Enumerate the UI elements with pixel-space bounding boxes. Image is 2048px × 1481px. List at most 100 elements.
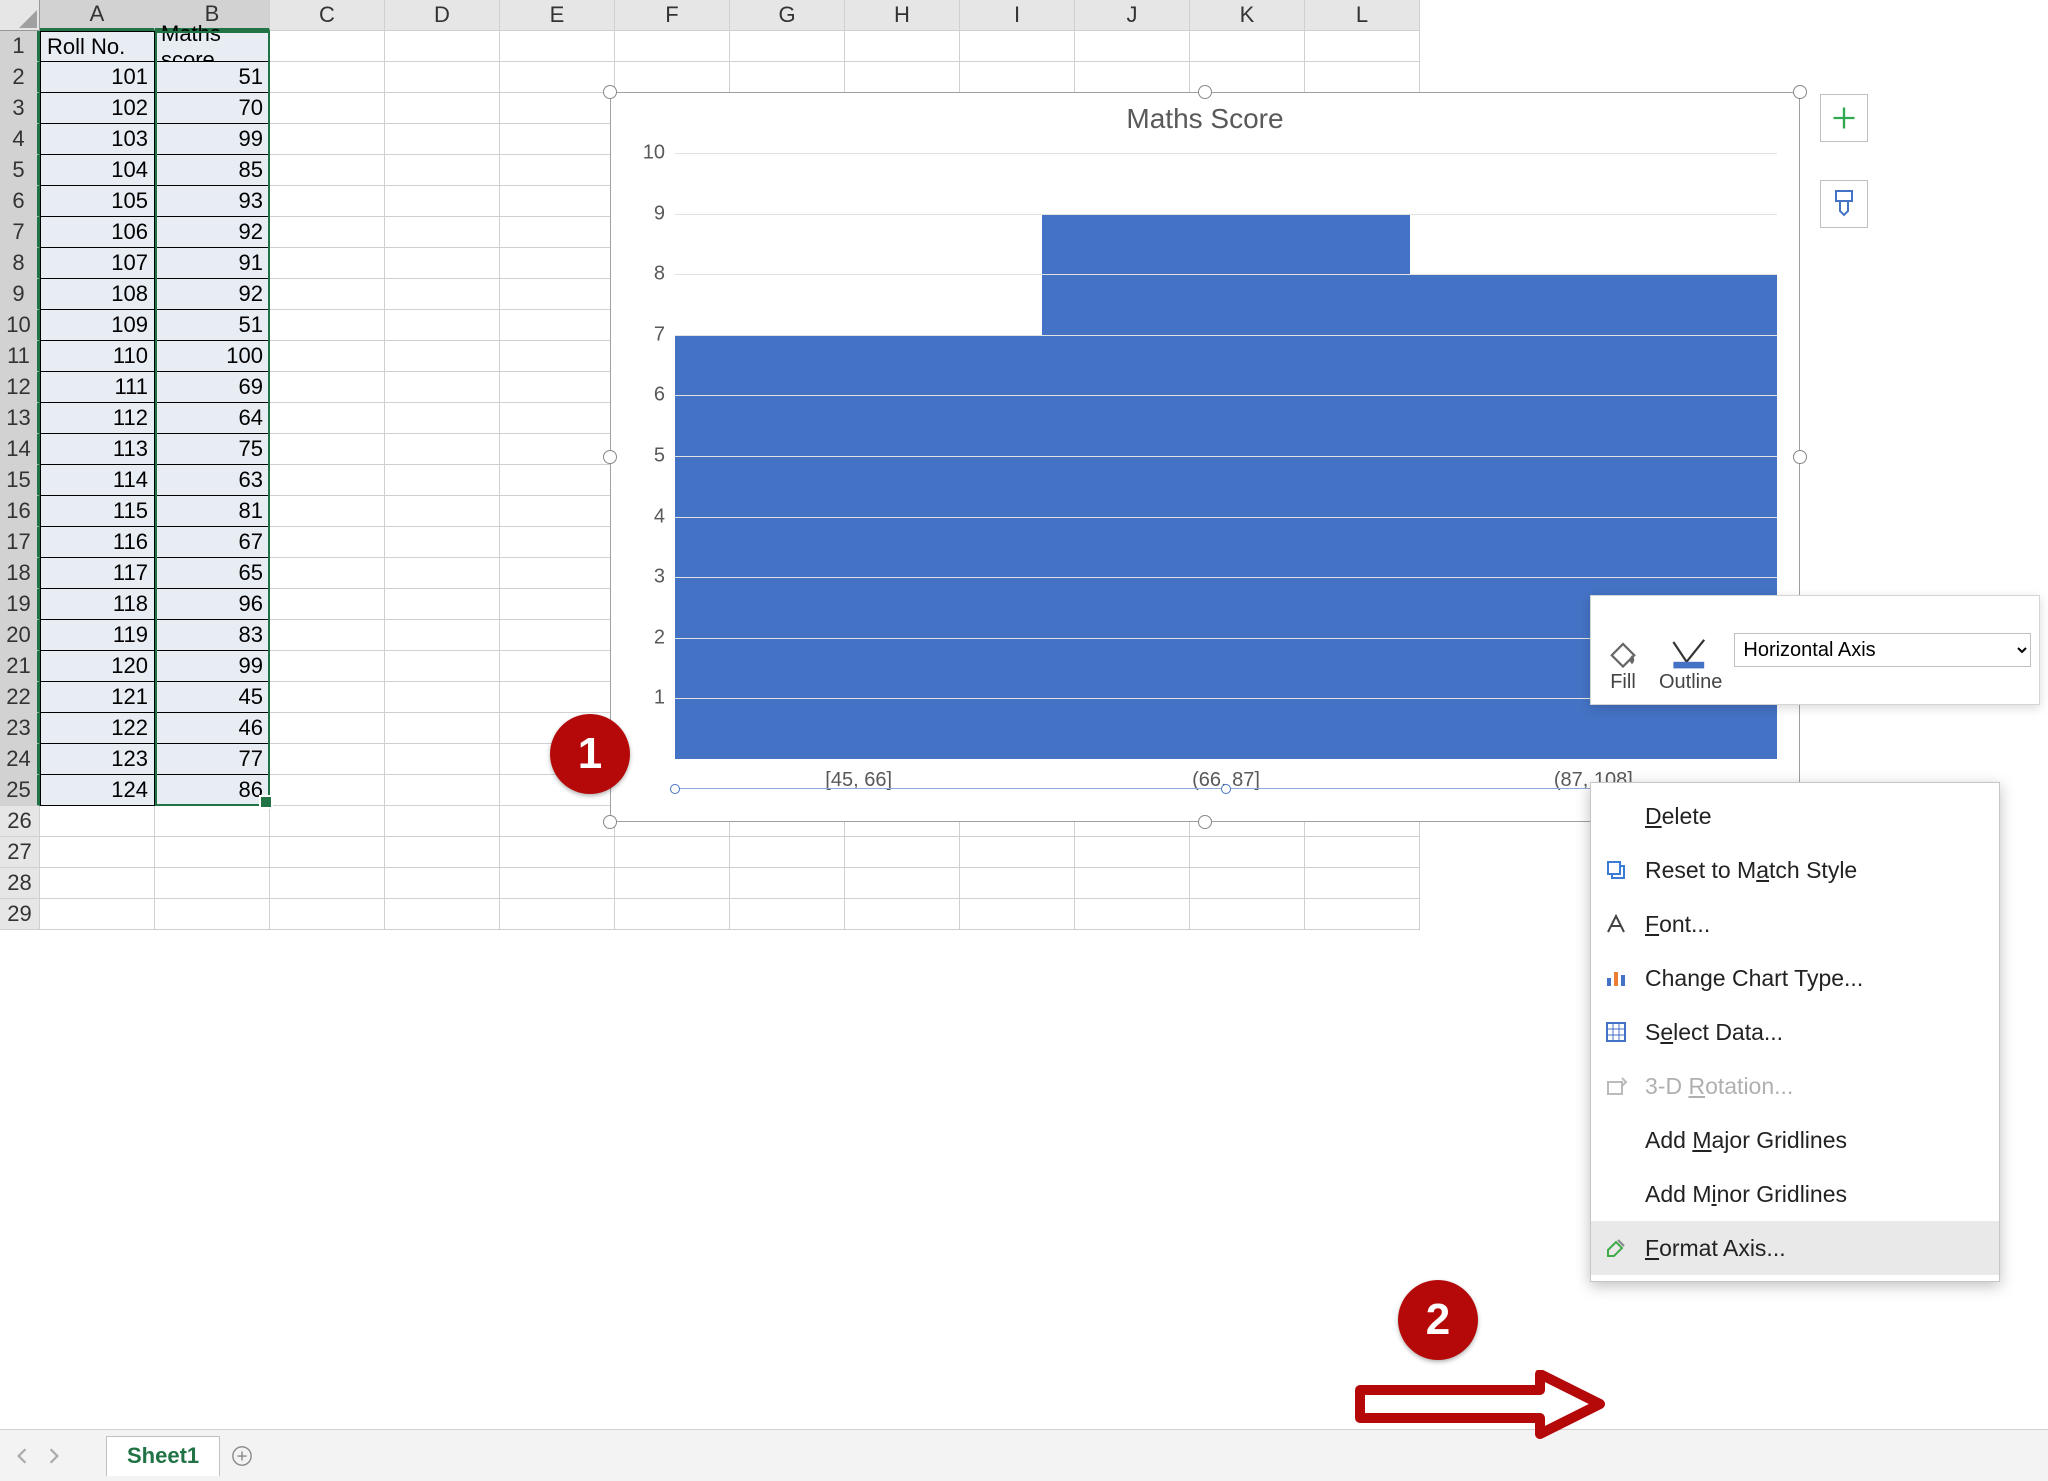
menu-item-font[interactable]: Font... xyxy=(1591,897,1999,951)
row-header[interactable]: 3 xyxy=(0,93,40,124)
cell[interactable] xyxy=(270,341,385,372)
row-header[interactable]: 6 xyxy=(0,186,40,217)
cell[interactable]: 63 xyxy=(155,465,270,496)
row-header[interactable]: 22 xyxy=(0,682,40,713)
cell[interactable] xyxy=(270,775,385,806)
cell[interactable]: 103 xyxy=(40,124,155,155)
cell[interactable] xyxy=(1190,837,1305,868)
cell[interactable] xyxy=(1075,62,1190,93)
cell[interactable] xyxy=(385,248,500,279)
cell[interactable] xyxy=(270,496,385,527)
column-header[interactable]: A xyxy=(40,0,155,31)
cell[interactable] xyxy=(1190,31,1305,62)
select-all-corner[interactable] xyxy=(0,0,40,31)
cell[interactable]: 117 xyxy=(40,558,155,589)
cell[interactable] xyxy=(270,372,385,403)
cell[interactable]: Maths score xyxy=(155,31,270,62)
cell[interactable] xyxy=(385,465,500,496)
row-header[interactable]: 15 xyxy=(0,465,40,496)
row-header[interactable]: 14 xyxy=(0,434,40,465)
sheet-tab[interactable]: Sheet1 xyxy=(106,1436,220,1476)
cell[interactable]: 119 xyxy=(40,620,155,651)
cell[interactable] xyxy=(270,868,385,899)
column-header[interactable]: J xyxy=(1075,0,1190,31)
cell[interactable] xyxy=(615,899,730,930)
cell[interactable] xyxy=(270,62,385,93)
menu-item-delete[interactable]: Delete xyxy=(1591,789,1999,843)
cell[interactable]: 96 xyxy=(155,589,270,620)
cell[interactable] xyxy=(500,527,615,558)
cell[interactable]: 122 xyxy=(40,713,155,744)
cell[interactable] xyxy=(385,837,500,868)
chart-styles-button[interactable] xyxy=(1820,180,1868,228)
cell[interactable] xyxy=(500,837,615,868)
cell[interactable] xyxy=(385,186,500,217)
cell[interactable] xyxy=(385,403,500,434)
cell[interactable] xyxy=(500,155,615,186)
cell[interactable] xyxy=(270,837,385,868)
cell[interactable] xyxy=(270,558,385,589)
cell[interactable] xyxy=(730,868,845,899)
cell[interactable]: 85 xyxy=(155,155,270,186)
cell[interactable] xyxy=(270,744,385,775)
cell[interactable] xyxy=(1305,837,1420,868)
cell[interactable] xyxy=(845,837,960,868)
cell[interactable] xyxy=(385,651,500,682)
menu-item-add-minor-gridlines[interactable]: Add Minor Gridlines xyxy=(1591,1167,1999,1221)
outline-button[interactable]: Outline xyxy=(1653,602,1728,698)
cell[interactable] xyxy=(500,589,615,620)
menu-item-select-data[interactable]: Select Data... xyxy=(1591,1005,1999,1059)
fill-button[interactable]: Fill xyxy=(1599,602,1647,698)
cell[interactable]: 109 xyxy=(40,310,155,341)
cell[interactable] xyxy=(270,155,385,186)
cell[interactable] xyxy=(500,496,615,527)
cell[interactable] xyxy=(500,651,615,682)
cell[interactable] xyxy=(615,31,730,62)
cell[interactable]: 86 xyxy=(155,775,270,806)
chart-x-tick[interactable]: (66, 87] xyxy=(1042,759,1409,792)
cell[interactable]: 115 xyxy=(40,496,155,527)
cell[interactable] xyxy=(500,372,615,403)
row-header[interactable]: 2 xyxy=(0,62,40,93)
cell[interactable]: 118 xyxy=(40,589,155,620)
column-header[interactable]: I xyxy=(960,0,1075,31)
cell[interactable] xyxy=(385,372,500,403)
cell[interactable] xyxy=(500,806,615,837)
cell[interactable]: 120 xyxy=(40,651,155,682)
cell[interactable] xyxy=(500,186,615,217)
row-header[interactable]: 27 xyxy=(0,837,40,868)
cell[interactable] xyxy=(40,899,155,930)
cell[interactable] xyxy=(500,620,615,651)
row-header[interactable]: 8 xyxy=(0,248,40,279)
cell[interactable] xyxy=(385,279,500,310)
cell[interactable] xyxy=(385,434,500,465)
row-header[interactable]: 5 xyxy=(0,155,40,186)
column-header[interactable]: K xyxy=(1190,0,1305,31)
cell[interactable] xyxy=(385,217,500,248)
chart-title[interactable]: Maths Score xyxy=(611,103,1799,135)
cell[interactable]: 123 xyxy=(40,744,155,775)
cell[interactable]: 111 xyxy=(40,372,155,403)
cell[interactable] xyxy=(500,341,615,372)
cell[interactable] xyxy=(500,434,615,465)
row-header[interactable]: 26 xyxy=(0,806,40,837)
cell[interactable]: 99 xyxy=(155,651,270,682)
cell[interactable] xyxy=(270,310,385,341)
row-header[interactable]: 4 xyxy=(0,124,40,155)
resize-handle[interactable] xyxy=(1198,815,1212,829)
cell[interactable] xyxy=(500,31,615,62)
cell[interactable] xyxy=(500,279,615,310)
resize-handle[interactable] xyxy=(1793,85,1807,99)
cell[interactable] xyxy=(385,682,500,713)
cell[interactable] xyxy=(40,868,155,899)
row-header[interactable]: 23 xyxy=(0,713,40,744)
cell[interactable]: 112 xyxy=(40,403,155,434)
cell[interactable] xyxy=(385,806,500,837)
column-header[interactable]: D xyxy=(385,0,500,31)
cell[interactable]: 92 xyxy=(155,217,270,248)
cell[interactable]: 113 xyxy=(40,434,155,465)
cell[interactable] xyxy=(270,31,385,62)
cell[interactable] xyxy=(500,899,615,930)
cell[interactable]: 51 xyxy=(155,310,270,341)
cell[interactable]: 108 xyxy=(40,279,155,310)
